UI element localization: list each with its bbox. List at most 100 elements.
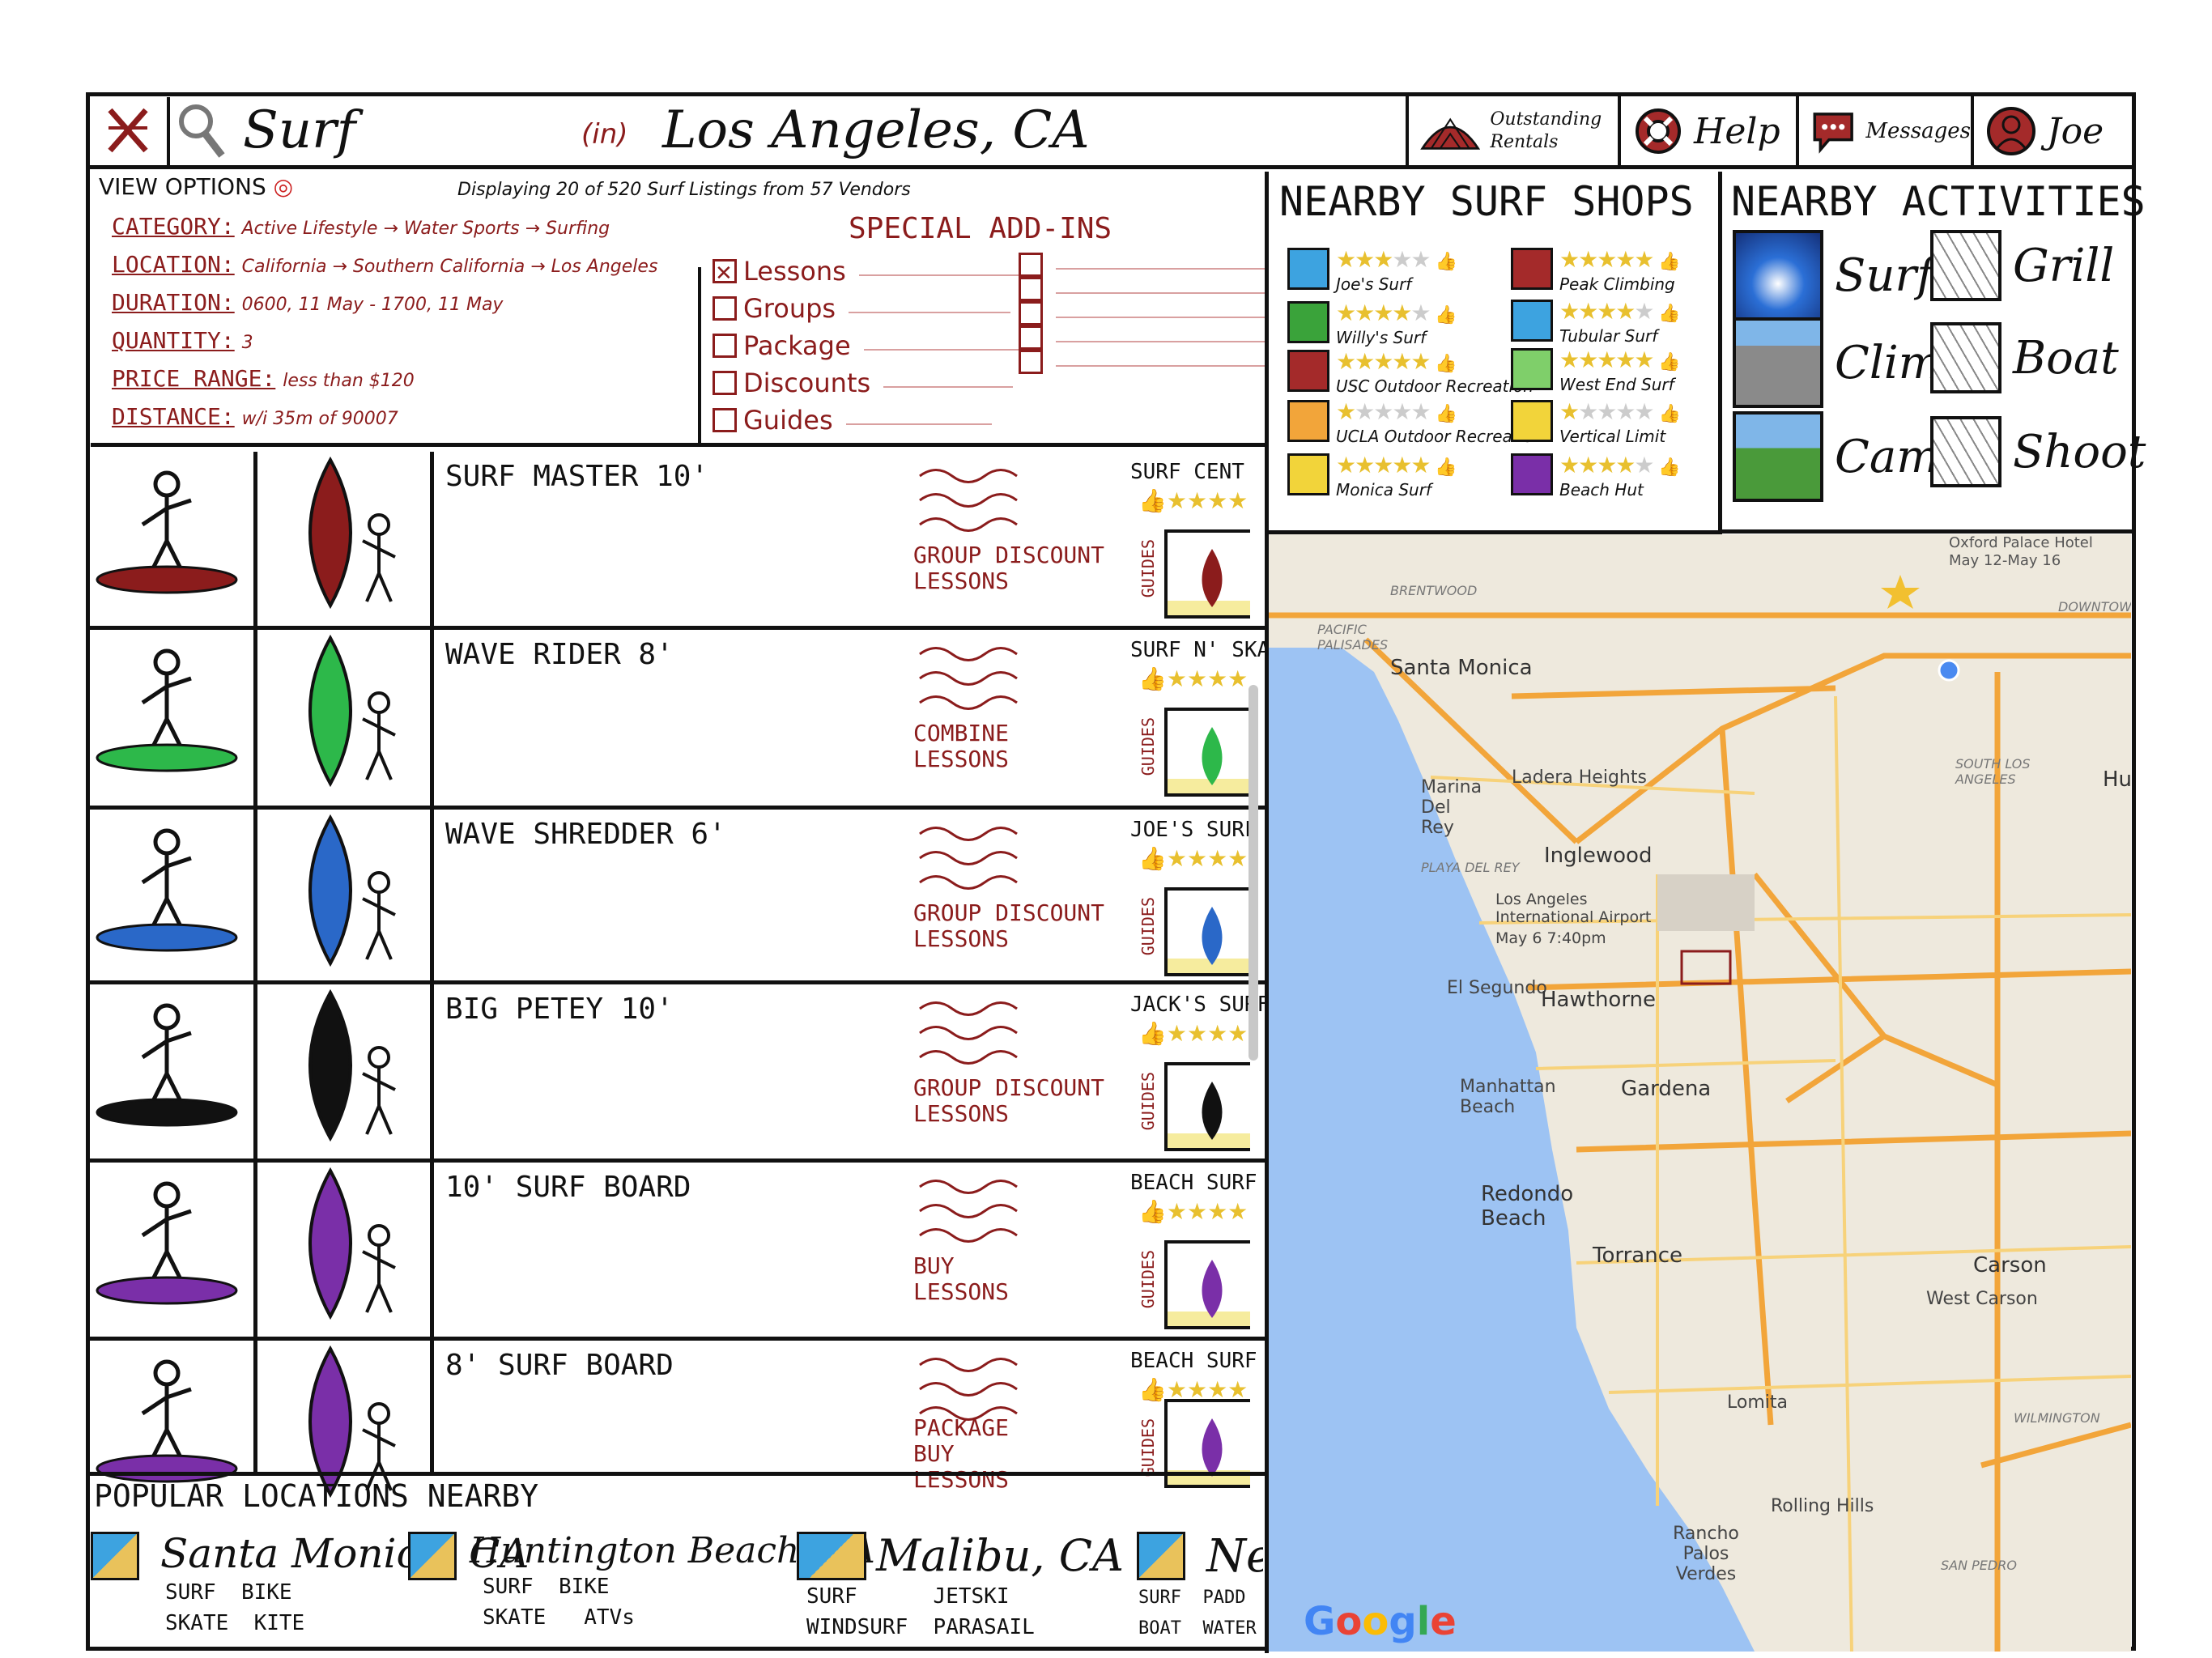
checkbox[interactable]	[713, 408, 737, 432]
listing-row[interactable]: SURF MASTER 10' GROUP DISCOUNT LESSONS SURF…	[86, 452, 1265, 630]
activity[interactable]: WINDSURF	[806, 1615, 908, 1639]
shop-name: Vertical Limit	[1559, 427, 1666, 446]
guide-thumbnail[interactable]	[1164, 1062, 1250, 1151]
listing-name[interactable]: 8' SURF BOARD	[445, 1349, 674, 1382]
activity[interactable]: PADD	[1202, 1588, 1245, 1608]
addin-unlabeled[interactable]	[1019, 253, 1266, 277]
filter-duration[interactable]: DURATION: 0600, 11 May - 1700, 11 May	[112, 285, 657, 323]
checkbox[interactable]	[1019, 253, 1043, 277]
user-menu-button[interactable]: Joe	[1971, 96, 2133, 167]
addin-unlabeled[interactable]	[1019, 325, 1266, 350]
shop-item[interactable]: ★★★★★ 👍 UCLA Outdoor Recreation	[1287, 400, 1543, 446]
shop-logo	[1511, 400, 1553, 442]
addin-lessons[interactable]: Lessons	[713, 253, 1026, 292]
surfer-icon	[96, 470, 238, 594]
addin-unlabeled[interactable]	[1019, 350, 1266, 374]
filter-distance[interactable]: DISTANCE: w/i 35m of 90007	[112, 399, 657, 437]
checkbox[interactable]	[713, 334, 737, 358]
checkbox[interactable]	[1019, 325, 1043, 350]
listing-row[interactable]: BIG PETEY 10' GROUP DISCOUNT LESSONS JACK'S…	[86, 984, 1270, 1163]
activity-boat[interactable]: Boat	[1930, 322, 2119, 393]
filter-price-range[interactable]: PRICE RANGE: less than $120	[112, 361, 657, 399]
guide-thumbnail[interactable]	[1164, 529, 1250, 619]
checkbox[interactable]	[713, 371, 737, 395]
activity[interactable]: BOAT	[1138, 1618, 1181, 1639]
map-label: PLAYA DEL REY	[1421, 860, 1520, 875]
activity[interactable]: WATER	[1202, 1618, 1256, 1639]
listing-name[interactable]: BIG PETEY 10'	[445, 993, 674, 1026]
addin-groups[interactable]: Groups	[713, 290, 1026, 327]
activity[interactable]: SKATE	[165, 1611, 228, 1635]
addin-unlabeled[interactable]	[1019, 301, 1266, 325]
popular-location-malibu[interactable]: Malibu, CA SURF JETSKI WINDSURF PARASAIL	[797, 1530, 1124, 1643]
checkbox[interactable]	[713, 296, 737, 321]
shop-item[interactable]: ★★★★★ 👍 Vertical Limit	[1511, 400, 1681, 446]
activity[interactable]: PARASAIL	[934, 1615, 1035, 1639]
view-options-toggle[interactable]: VIEW OPTIONS ◎	[99, 173, 293, 200]
deal-line: LESSONS	[913, 746, 1010, 772]
listing-row[interactable]: WAVE SHREDDER 6' GROUP DISCOUNT LESSONS JOE…	[86, 810, 1265, 984]
activity[interactable]: SURF	[165, 1580, 216, 1605]
shop-item[interactable]: ★★★★★ 👍 Beach Hut	[1511, 453, 1681, 500]
vendor-name[interactable]: JOE'S SURF	[1130, 818, 1257, 842]
listing-name[interactable]: WAVE RIDER 8'	[445, 638, 674, 671]
shop-item[interactable]: ★★★★★ 👍 Willy's Surf	[1287, 301, 1457, 347]
listing-row[interactable]: WAVE RIDER 8' COMBINE LESSONS SURF N' SKATE…	[86, 630, 1295, 810]
activity[interactable]: KITE	[254, 1611, 305, 1635]
checkbox[interactable]	[1019, 277, 1043, 301]
vendor-name[interactable]: SURF CENT	[1130, 460, 1244, 484]
addin-guides[interactable]: Guides	[713, 402, 1026, 439]
activity[interactable]: JETSKI	[934, 1584, 1010, 1609]
filter-quantity[interactable]: QUANTITY: 3	[112, 323, 657, 361]
location-thumbnail	[91, 1532, 139, 1580]
activity[interactable]: BIKE	[241, 1580, 292, 1605]
activity[interactable]: SURF	[1138, 1588, 1181, 1608]
checkbox[interactable]	[713, 255, 737, 292]
vendor-name[interactable]: BEACH SURF	[1130, 1171, 1257, 1195]
map-view[interactable]: BRENTWOOD PACIFIC PALISADES Santa Monica…	[1269, 534, 2131, 1652]
search-icon[interactable]	[177, 102, 228, 160]
checkbox[interactable]	[1019, 301, 1043, 325]
filter-category[interactable]: CATEGORY: Active Lifestyle → Water Sport…	[112, 209, 657, 247]
activity-shoot[interactable]: Shoot	[1930, 416, 2146, 487]
guide-thumbnail[interactable]	[1164, 887, 1250, 976]
listing-scrollbar[interactable]	[1249, 685, 1258, 1061]
shop-item[interactable]: ★★★★★ 👍 Tubular Surf	[1511, 300, 1681, 346]
activity[interactable]: SKATE	[483, 1605, 546, 1630]
guide-thumbnail[interactable]	[1164, 708, 1250, 797]
logo-icon[interactable]	[104, 104, 152, 157]
activity[interactable]: SURF	[483, 1575, 534, 1599]
messages-button[interactable]: Messages	[1796, 96, 1971, 167]
checkbox[interactable]	[1019, 350, 1043, 374]
activity[interactable]: ATVs	[584, 1605, 635, 1630]
activity-grill[interactable]: Grill	[1930, 230, 2114, 301]
filter-location[interactable]: LOCATION: California → Southern Californ…	[112, 247, 657, 285]
activity[interactable]: BIKE	[559, 1575, 610, 1599]
outstanding-rentals-button[interactable]: Outstanding Rentals	[1406, 96, 1618, 167]
listing-row[interactable]: 8' SURF BOARD PACKAGE BUY LESSONS BEACH SURF…	[86, 1341, 1265, 1499]
popular-location-partial[interactable]: Ne SURF PADD BOAT WATER	[1137, 1530, 1263, 1644]
shop-item[interactable]: ★★★★★ 👍 West End Surf	[1511, 348, 1681, 394]
vendor-name[interactable]: BEACH SURF	[1130, 1349, 1257, 1373]
listing-name[interactable]: WAVE SHREDDER 6'	[445, 818, 726, 851]
activity-surf[interactable]: Surf	[1733, 230, 1933, 321]
addin-unlabeled[interactable]	[1019, 277, 1266, 301]
help-button[interactable]: Help	[1618, 96, 1796, 167]
hotel-marker-label[interactable]: Oxford Palace Hotel May 12-May 16	[1949, 534, 2093, 570]
location-input[interactable]: Los Angeles, CA	[662, 100, 1090, 160]
activity[interactable]: SURF	[806, 1584, 857, 1609]
shop-item[interactable]: ★★★★★ 👍 Joe's Surf	[1287, 248, 1457, 294]
guide-thumbnail[interactable]	[1164, 1240, 1250, 1329]
listing-name[interactable]: 10' SURF BOARD	[445, 1171, 691, 1204]
listing-name[interactable]: SURF MASTER 10'	[445, 460, 708, 493]
shop-item[interactable]: ★★★★★ 👍 USC Outdoor Recreation	[1287, 350, 1534, 396]
addin-discounts[interactable]: Discounts	[713, 364, 1026, 402]
shop-item[interactable]: ★★★★★ 👍 Peak Climbing	[1511, 248, 1681, 294]
shop-item[interactable]: ★★★★★ 👍 Monica Surf	[1287, 453, 1457, 500]
board-image	[257, 630, 434, 806]
shop-name: Beach Hut	[1559, 480, 1644, 500]
search-input[interactable]: Surf	[243, 100, 355, 160]
listing-row[interactable]: 10' SURF BOARD BUY LESSONS BEACH SURF 👍★★★★ G…	[86, 1163, 1265, 1341]
addin-package[interactable]: Package	[713, 327, 1026, 364]
location-activities: SURF JETSKI WINDSURF PARASAIL	[806, 1581, 1124, 1643]
